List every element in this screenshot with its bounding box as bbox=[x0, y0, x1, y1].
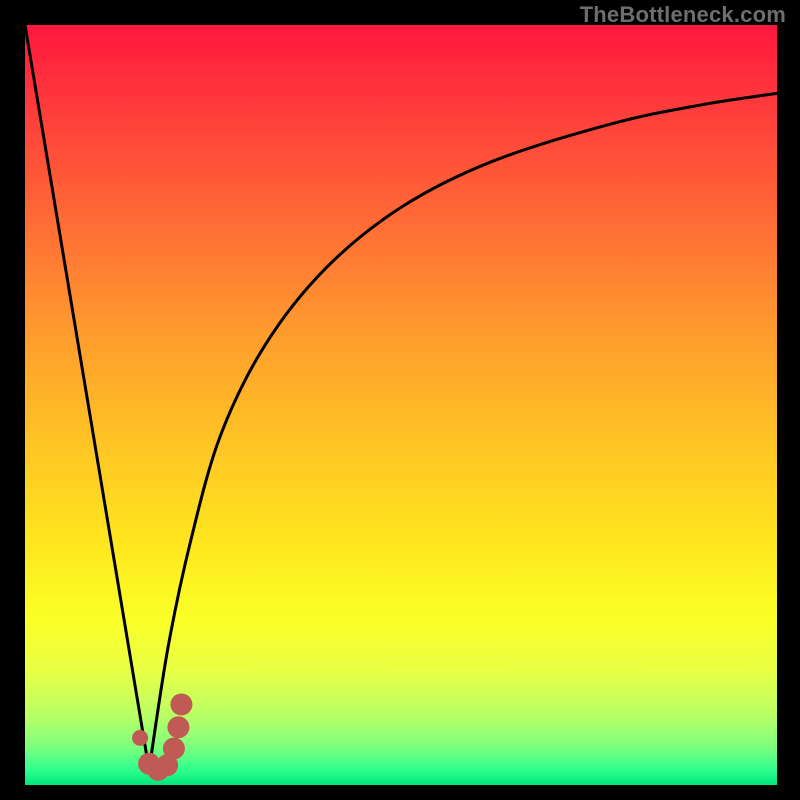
watermark-text: TheBottleneck.com bbox=[580, 2, 786, 28]
curve-right-branch bbox=[149, 93, 777, 769]
marker-dot bbox=[170, 693, 192, 715]
marker-dot bbox=[132, 730, 148, 746]
marker-dot bbox=[163, 738, 185, 760]
marker-dot bbox=[167, 716, 189, 738]
chart-svg bbox=[25, 25, 777, 785]
marker-cluster bbox=[132, 693, 192, 780]
curve-left-branch bbox=[25, 25, 149, 770]
chart-plot-area bbox=[25, 25, 777, 785]
